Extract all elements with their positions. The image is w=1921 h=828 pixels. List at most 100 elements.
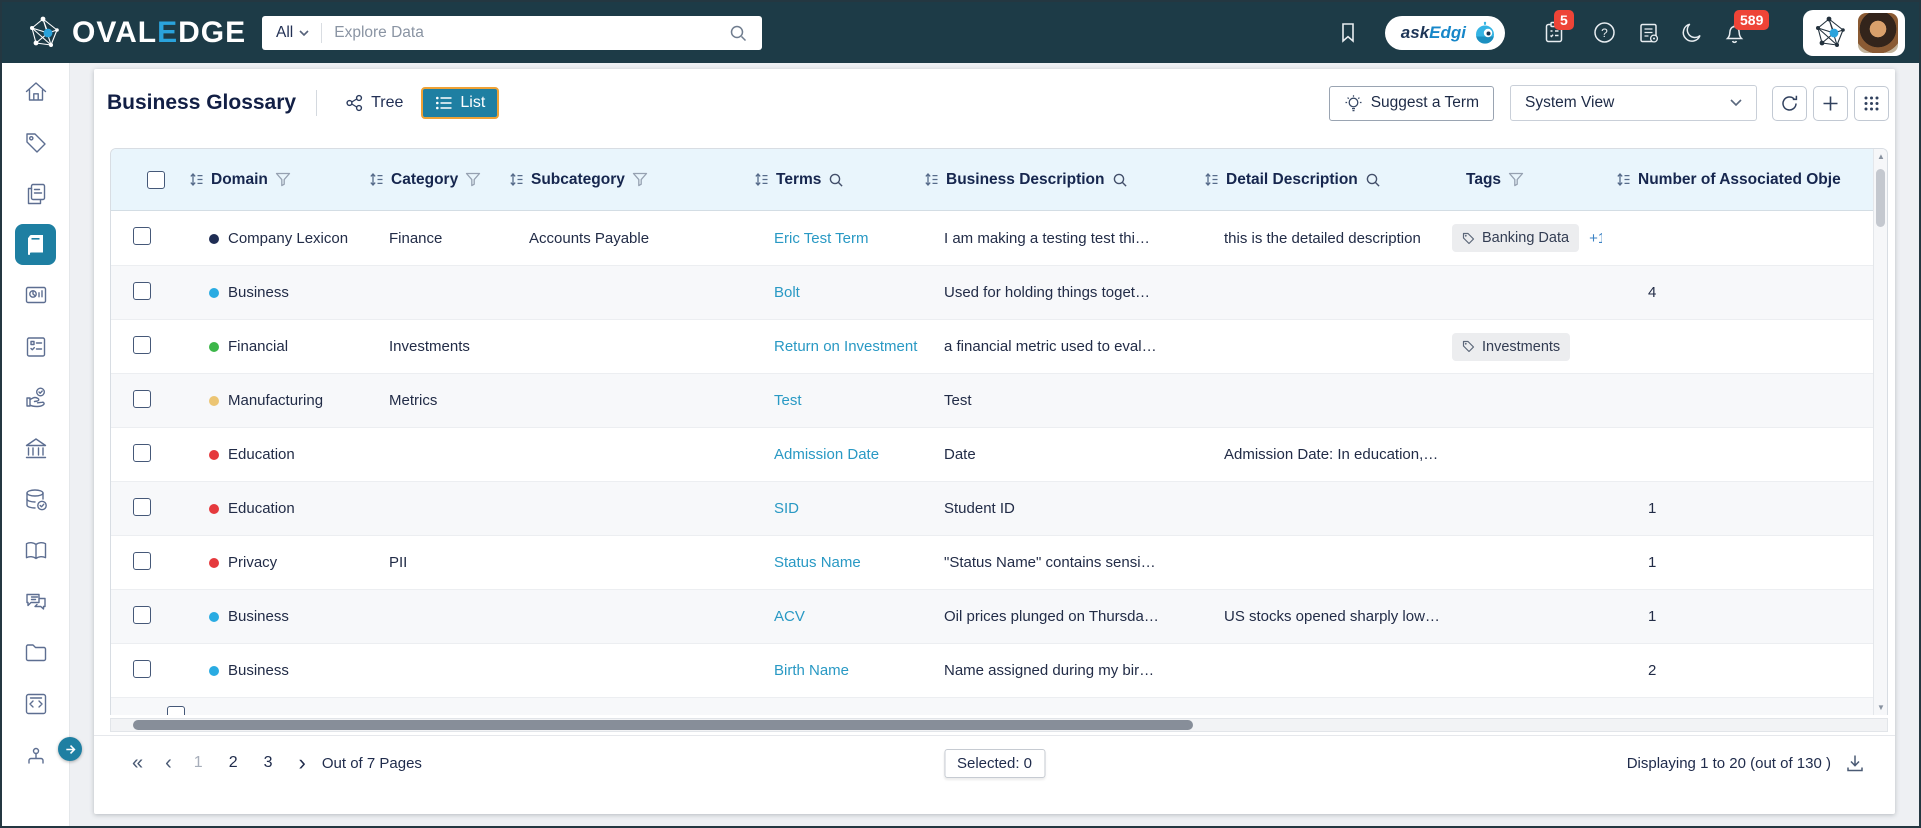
row-checkbox[interactable] <box>133 335 151 354</box>
sidebar-item-tags[interactable] <box>15 122 56 163</box>
sidebar-item-data-catalog[interactable] <box>15 173 56 214</box>
column-header-category[interactable]: Category <box>355 171 495 189</box>
sidebar-item-collaboration[interactable] <box>15 581 56 622</box>
column-search-icon[interactable] <box>1112 172 1128 188</box>
sidebar-item-projects[interactable] <box>15 326 56 367</box>
table-row[interactable]: Business Bolt Used for holding things toge… <box>111 265 1887 319</box>
table-row[interactable]: Manufacturing Metrics Test Test <box>111 373 1887 427</box>
column-header-domain[interactable]: Domain <box>175 171 355 189</box>
filter-funnel-icon[interactable] <box>465 172 481 187</box>
cell-term-link[interactable]: Status Name <box>740 554 910 571</box>
column-search-icon[interactable] <box>1365 172 1381 188</box>
vertical-scroll-thumb[interactable] <box>1876 169 1885 227</box>
sidebar-item-file-explorer[interactable] <box>15 632 56 673</box>
sort-icon[interactable] <box>1204 172 1219 187</box>
cell-term-link[interactable]: Birth Name <box>740 662 910 679</box>
column-header-terms[interactable]: Terms <box>740 171 910 189</box>
column-header-business-description[interactable]: Business Description <box>910 171 1190 189</box>
sort-icon[interactable] <box>189 172 204 187</box>
column-header-tags[interactable]: Tags <box>1452 171 1602 189</box>
row-checkbox[interactable] <box>133 605 151 624</box>
table-row[interactable]: Business Birth Name Name assigned during m… <box>111 643 1887 697</box>
tag-pill[interactable]: Banking Data <box>1452 224 1580 252</box>
sidebar-item-query-sheet[interactable] <box>15 683 56 724</box>
row-checkbox[interactable] <box>133 389 151 408</box>
cell-term-link[interactable]: ACV <box>740 608 910 625</box>
sort-icon[interactable] <box>924 172 939 187</box>
cell-term-link[interactable]: Bolt <box>740 284 910 301</box>
sort-icon[interactable] <box>369 172 384 187</box>
column-header-subcategory[interactable]: Subcategory <box>495 171 740 189</box>
profile-menu[interactable] <box>1803 9 1905 56</box>
tag-pill[interactable]: Investments <box>1452 332 1571 361</box>
sidebar-item-reports[interactable] <box>15 275 56 316</box>
table-row[interactable]: Privacy PII Status Name "Status Name" conta… <box>111 535 1887 589</box>
cell-term-link[interactable]: Test <box>740 392 910 409</box>
row-checkbox[interactable] <box>133 281 151 300</box>
scroll-down-icon[interactable]: ▼ <box>1874 703 1887 712</box>
download-icon[interactable] <box>1845 753 1865 773</box>
list-view-toggle[interactable]: List <box>421 87 500 119</box>
horizontal-scrollbar[interactable] <box>110 718 1888 732</box>
column-header-number-of-associated-obje[interactable]: Number of Associated Obje <box>1602 171 1887 189</box>
filter-funnel-icon[interactable] <box>1508 172 1524 187</box>
row-checkbox[interactable] <box>133 497 151 516</box>
tree-view-toggle[interactable]: Tree <box>335 88 413 118</box>
table-row[interactable]: Financial Investments Return on Investment… <box>111 319 1887 373</box>
vertical-scrollbar[interactable]: ▲ ▼ <box>1873 149 1887 715</box>
suggest-term-button[interactable]: Suggest a Term <box>1328 85 1494 121</box>
view-select-dropdown[interactable]: System View <box>1510 85 1757 121</box>
column-header-detail-description[interactable]: Detail Description <box>1190 171 1452 189</box>
column-search-icon[interactable] <box>828 172 844 188</box>
global-search[interactable]: All Explore Data <box>262 16 762 50</box>
bookmark-icon[interactable] <box>1335 20 1361 46</box>
nine-dots-grid-button[interactable] <box>1854 85 1889 121</box>
tasks-clipboard-icon[interactable]: 5 <box>1541 9 1574 46</box>
next-page-button[interactable]: › <box>299 752 306 774</box>
sidebar-item-home[interactable] <box>15 71 56 112</box>
cell-term-link[interactable]: Return on Investment <box>740 338 917 355</box>
help-icon[interactable]: ? <box>1591 20 1617 46</box>
cell-term-link[interactable]: Admission Date <box>740 446 910 463</box>
row-checkbox[interactable] <box>133 443 151 462</box>
filter-funnel-icon[interactable] <box>632 172 648 187</box>
sidebar-item-data-literacy[interactable] <box>15 377 56 418</box>
scroll-up-icon[interactable]: ▲ <box>1874 152 1887 161</box>
add-button[interactable] <box>1813 85 1848 121</box>
filter-funnel-icon[interactable] <box>275 172 291 187</box>
page-number-1[interactable]: 1 <box>194 754 203 771</box>
release-notes-icon[interactable] <box>1636 20 1662 46</box>
table-row[interactable]: Business ACV Oil prices plunged on Thursda… <box>111 589 1887 643</box>
row-checkbox[interactable] <box>167 706 185 715</box>
table-row[interactable]: Education SID Student ID 1 <box>111 481 1887 535</box>
brand[interactable]: OVALEDGE <box>24 13 246 53</box>
sidebar-item-data-quality[interactable] <box>15 479 56 520</box>
sidebar-item-knowledge[interactable] <box>15 530 56 571</box>
select-all-checkbox[interactable] <box>147 170 165 189</box>
sidebar-item-governance[interactable] <box>15 428 56 469</box>
page-number-3[interactable]: 3 <box>264 754 273 771</box>
cell-term-link[interactable]: Eric Test Term <box>740 230 910 247</box>
horizontal-scroll-thumb[interactable] <box>133 720 1193 730</box>
notifications-bell-icon[interactable]: 589 <box>1721 9 1770 46</box>
user-avatar[interactable] <box>1858 12 1898 53</box>
prev-page-button[interactable]: ‹ <box>165 753 172 773</box>
ask-edgi-button[interactable]: askEdgi <box>1384 15 1505 50</box>
refresh-button[interactable] <box>1772 85 1807 121</box>
page-number-2[interactable]: 2 <box>229 754 238 771</box>
search-scope-dropdown[interactable]: All <box>262 24 309 42</box>
table-row[interactable]: Education Admission Date Date Admission Dat… <box>111 427 1887 481</box>
cell-term-link[interactable]: SID <box>740 500 910 517</box>
search-icon[interactable] <box>728 23 748 43</box>
row-checkbox[interactable] <box>133 659 151 678</box>
more-tags-link[interactable]: +1 <box>1589 230 1602 247</box>
first-page-button[interactable]: « <box>132 753 143 773</box>
sidebar-item-business-glossary[interactable] <box>15 224 56 265</box>
sidebar-expand-button[interactable] <box>58 737 82 761</box>
sort-icon[interactable] <box>1616 172 1631 187</box>
search-input[interactable]: Explore Data <box>334 24 728 42</box>
sort-icon[interactable] <box>509 172 524 187</box>
sort-icon[interactable] <box>754 172 769 187</box>
sidebar-item-lineage[interactable] <box>15 734 56 775</box>
table-row[interactable]: Company Lexicon Finance Accounts Payable Er… <box>111 211 1887 265</box>
